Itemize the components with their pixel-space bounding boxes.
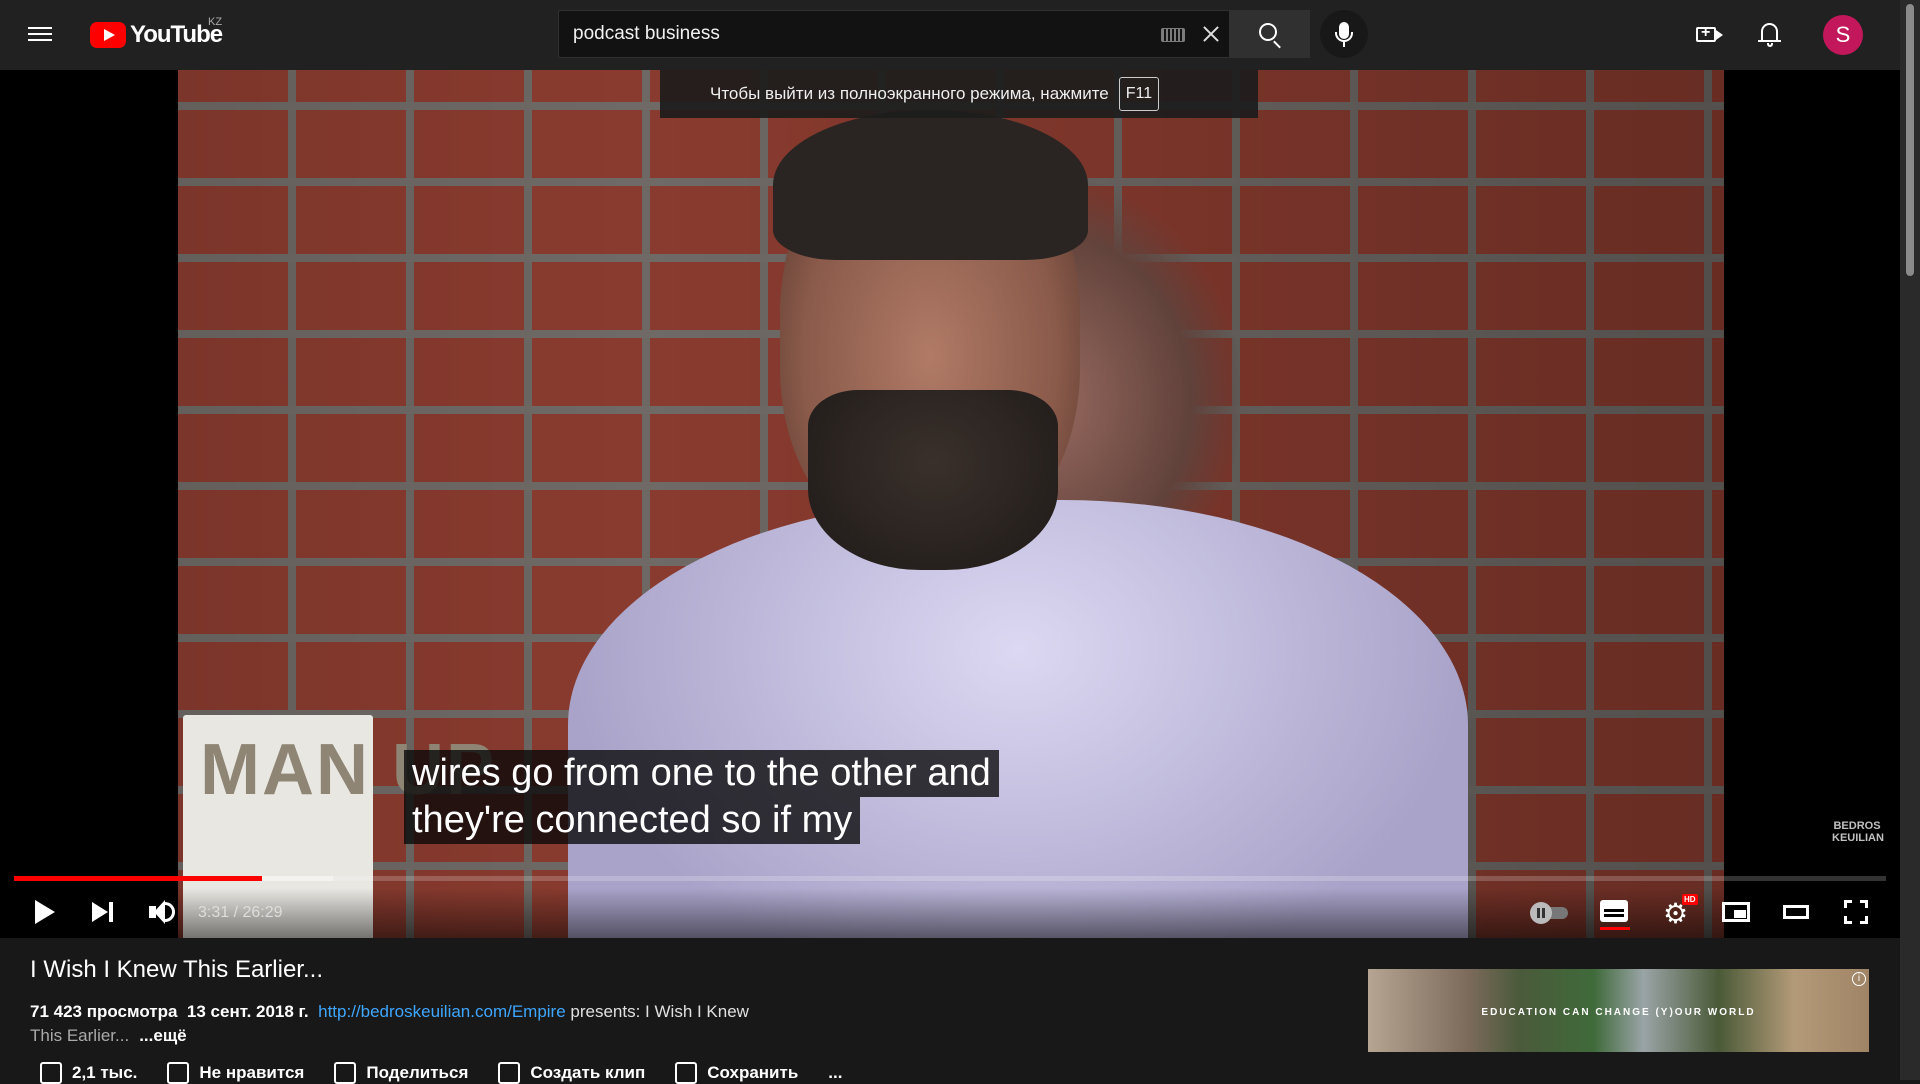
volume-icon[interactable] bbox=[146, 894, 178, 930]
more-icon: ... bbox=[828, 1063, 843, 1082]
video-create-icon[interactable] bbox=[1696, 22, 1724, 46]
bell-icon[interactable] bbox=[1756, 20, 1784, 48]
clip-button[interactable]: Создать клип bbox=[498, 1062, 645, 1084]
ad-banner[interactable]: EDUCATION CAN CHANGE (Y)OUR WORLD i bbox=[1368, 969, 1869, 1052]
youtube-play-logo-icon bbox=[90, 22, 126, 48]
camera-body bbox=[1696, 24, 1716, 42]
fullscreen-notice-text: Чтобы выйти из полноэкранного режима, на… bbox=[710, 84, 1109, 103]
volume-wave bbox=[165, 902, 175, 922]
thumbs-up-icon bbox=[40, 1062, 62, 1084]
hamburger-menu-icon[interactable] bbox=[28, 23, 62, 47]
dislike-button[interactable]: Не нравится bbox=[167, 1062, 304, 1084]
info-icon[interactable]: i bbox=[1852, 972, 1866, 986]
watermark-line-2: KEUILIAN bbox=[1832, 832, 1884, 844]
close-icon[interactable] bbox=[1201, 24, 1221, 44]
corner-tr bbox=[1860, 900, 1868, 908]
fullscreen-exit-notice: Чтобы выйти из полноэкранного режима, на… bbox=[660, 70, 1258, 118]
captions: wires go from one to the other and they'… bbox=[404, 750, 999, 844]
progress-played bbox=[14, 876, 263, 881]
share-icon bbox=[334, 1062, 357, 1084]
theater-mode-icon[interactable] bbox=[1780, 894, 1812, 930]
country-code: KZ bbox=[208, 16, 223, 28]
description-text: presents: I Wish I Knew bbox=[565, 1002, 749, 1021]
watermark-line-1: BEDROS bbox=[1833, 820, 1881, 832]
autoplay-knob bbox=[1530, 902, 1552, 924]
time-display: 3:31 / 26:29 bbox=[198, 904, 283, 921]
share-label: Поделиться bbox=[366, 1063, 469, 1082]
hd-badge: HD bbox=[1682, 894, 1698, 905]
description-line-2-text: This Earlier... bbox=[30, 1026, 130, 1045]
search-button[interactable] bbox=[1230, 10, 1310, 58]
next-icon[interactable] bbox=[88, 894, 118, 930]
playlist-add-icon bbox=[675, 1062, 698, 1084]
description-line-2: This Earlier... ...ещё bbox=[30, 1026, 187, 1046]
subtitles-box bbox=[1600, 900, 1628, 922]
scrollbar-thumb[interactable] bbox=[1906, 4, 1914, 276]
search-input[interactable] bbox=[565, 11, 1105, 57]
corner-tl bbox=[1844, 900, 1852, 908]
thumbs-down-icon bbox=[167, 1062, 190, 1084]
scissors-icon bbox=[498, 1062, 521, 1084]
miniplayer-icon[interactable] bbox=[1720, 894, 1752, 930]
action-bar: 2,1 тыс. Не нравится Поделиться Создать … bbox=[40, 1062, 842, 1084]
settings-gear-icon[interactable]: ⚙ HD bbox=[1660, 894, 1698, 930]
fullscreen-key: F11 bbox=[1118, 77, 1160, 111]
video-player[interactable]: MAN UP BEDROS KEUILIAN Чтобы выйти из по… bbox=[0, 70, 1900, 938]
bell-clapper bbox=[1767, 43, 1773, 47]
caption-line-1: wires go from one to the other and bbox=[404, 750, 999, 797]
like-count: 2,1 тыс. bbox=[72, 1063, 138, 1082]
masthead: YouTube KZ S bbox=[0, 0, 1900, 70]
save-button[interactable]: Сохранить bbox=[675, 1062, 798, 1084]
corner-br bbox=[1860, 916, 1868, 924]
voice-search-button[interactable] bbox=[1320, 10, 1368, 58]
progress-bar[interactable] bbox=[14, 876, 1886, 881]
clip-label: Создать клип bbox=[530, 1063, 646, 1082]
dislike-label: Не нравится bbox=[199, 1063, 305, 1082]
more-actions-button[interactable]: ... bbox=[828, 1062, 842, 1084]
speaker-shirt bbox=[568, 500, 1468, 938]
search-icon bbox=[1259, 23, 1277, 41]
bell-body bbox=[1761, 23, 1778, 41]
microphone-base bbox=[1343, 42, 1345, 47]
autoplay-toggle-icon[interactable] bbox=[1528, 894, 1572, 930]
save-label: Сохранить bbox=[707, 1063, 799, 1082]
like-button[interactable]: 2,1 тыс. bbox=[40, 1062, 137, 1084]
video-title: I Wish I Knew This Earlier... bbox=[30, 956, 323, 983]
share-button[interactable]: Поделиться bbox=[334, 1062, 468, 1084]
upload-date: 13 сент. 2018 г. bbox=[186, 1002, 309, 1021]
corner-bl bbox=[1844, 916, 1852, 924]
ad-text: EDUCATION CAN CHANGE (Y)OUR WORLD bbox=[1481, 1007, 1756, 1018]
channel-watermark[interactable]: BEDROS KEUILIAN bbox=[1832, 820, 1884, 844]
player-controls: 3:31 / 26:29 ⚙ HD bbox=[0, 888, 1900, 938]
subtitles-active-bar bbox=[1600, 927, 1630, 930]
video-meta: 71 423 просмотра 13 сент. 2018 г. http:/… bbox=[30, 1002, 790, 1022]
subtitles-icon[interactable] bbox=[1598, 894, 1632, 930]
speaker-hair bbox=[773, 110, 1088, 260]
description-link[interactable]: http://bedroskeuilian.com/Empire bbox=[318, 1002, 566, 1021]
view-count: 71 423 просмотра bbox=[30, 1002, 178, 1021]
microphone-stand bbox=[1335, 32, 1353, 42]
bell-rim bbox=[1758, 40, 1781, 42]
camera-lens bbox=[1716, 30, 1723, 40]
keyboard-icon[interactable] bbox=[1161, 28, 1185, 42]
youtube-logo[interactable]: YouTube bbox=[90, 20, 223, 50]
page-scrollbar[interactable] bbox=[1900, 0, 1920, 1080]
caption-line-2: they're connected so if my bbox=[404, 797, 861, 844]
play-icon[interactable] bbox=[30, 894, 60, 930]
avatar[interactable]: S bbox=[1823, 15, 1863, 55]
fullscreen-icon[interactable] bbox=[1840, 894, 1872, 930]
show-more-link[interactable]: ...ещё bbox=[139, 1026, 186, 1045]
search-box bbox=[558, 10, 1230, 58]
speaker-beard bbox=[808, 390, 1058, 570]
